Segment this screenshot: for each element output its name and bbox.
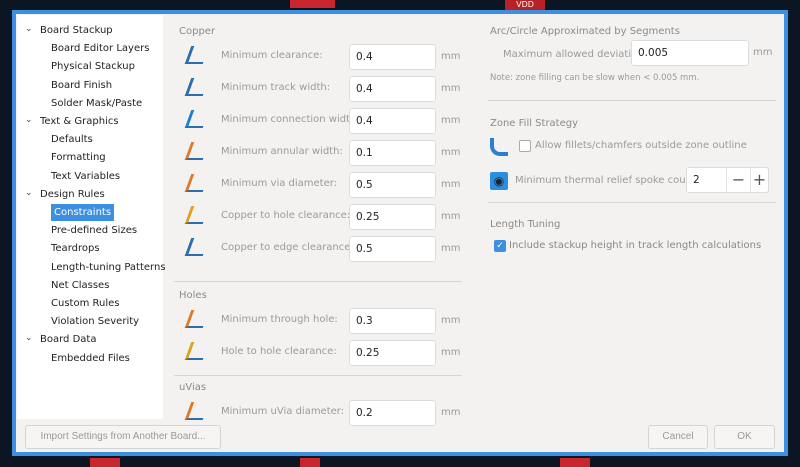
rule-label: Copper to edge clearance: (221, 242, 354, 253)
increment-button[interactable]: + (750, 168, 768, 192)
rule-label: Copper to hole clearance: (221, 210, 351, 221)
fillets-checkbox[interactable] (519, 140, 531, 152)
unit-label: mm (441, 243, 461, 254)
divider (174, 375, 462, 376)
rule-icon (184, 174, 210, 192)
ok-button[interactable]: OK (714, 425, 775, 449)
rule-label: Minimum track width: (221, 82, 331, 93)
tree-item[interactable]: Custom Rules (51, 295, 119, 312)
decrement-button[interactable]: − (726, 168, 750, 192)
fillets-label[interactable]: Allow fillets/chamfers outside zone outl… (535, 140, 747, 151)
rule-label: Minimum through hole: (221, 314, 338, 325)
arc-section-header: Arc/Circle Approximated by Segments (490, 26, 680, 37)
pcb-label: VDD (505, 0, 545, 10)
tree-item[interactable]: Violation Severity (51, 313, 139, 330)
divider (488, 202, 776, 203)
thermal-spoke-icon: ◉ (490, 172, 508, 190)
holes-section-header: Holes (179, 290, 207, 301)
unit-label: mm (441, 347, 461, 358)
unit-label: mm (441, 315, 461, 326)
rule-label: Hole to hole clearance: (221, 346, 337, 357)
tree-item[interactable]: Teardrops (51, 240, 100, 257)
spoke-value: 2 (693, 174, 700, 186)
deviation-label: Maximum allowed deviation: (503, 49, 647, 60)
tree-item[interactable]: Solder Mask/Paste (51, 95, 142, 112)
rule-value-input[interactable]: 0.4 (349, 108, 436, 134)
rule-icon (184, 342, 210, 360)
rule-icon (184, 142, 210, 160)
tree-item[interactable]: Pre-defined Sizes (51, 222, 137, 239)
tree-item[interactable]: Board Editor Layers (51, 40, 149, 57)
rule-label: Minimum annular width: (221, 146, 343, 157)
tree-item[interactable]: Board Data (40, 331, 96, 348)
unit-label: mm (441, 147, 461, 158)
fillet-icon (490, 138, 508, 156)
rule-value-input[interactable]: 0.2 (349, 400, 436, 426)
spoke-label: Minimum thermal relief spoke count: (515, 175, 700, 186)
tree-item[interactable]: Formatting (51, 149, 106, 166)
tree-item[interactable]: Board Finish (51, 77, 112, 94)
tree-item[interactable]: Length-tuning Patterns (51, 259, 166, 276)
unit-label: mm (753, 47, 773, 58)
import-settings-button[interactable]: Import Settings from Another Board... (25, 425, 221, 449)
divider (174, 281, 462, 282)
copper-section-header: Copper (179, 26, 216, 37)
unit-label: mm (441, 179, 461, 190)
tree-item[interactable]: Physical Stackup (51, 58, 135, 75)
rule-value-input[interactable]: 0.3 (349, 308, 436, 334)
tree-item[interactable]: Net Classes (51, 277, 109, 294)
rule-icon (184, 238, 210, 256)
unit-label: mm (441, 51, 461, 62)
expand-chevron-icon[interactable]: ⌄ (25, 24, 33, 34)
settings-tree[interactable]: ⌄ Board Stackup Board Editor Layers Physica… (17, 15, 166, 419)
arc-note: Note: zone filling can be slow when < 0.… (490, 73, 700, 83)
deviation-input[interactable]: 0.005 (631, 40, 749, 66)
rule-value-input[interactable]: 0.5 (349, 236, 436, 262)
unit-label: mm (441, 211, 461, 222)
rule-icon (184, 110, 210, 128)
rule-icon (184, 78, 210, 96)
divider (488, 100, 776, 101)
rule-value-input[interactable]: 0.1 (349, 140, 436, 166)
zone-section-header: Zone Fill Strategy (490, 118, 579, 129)
rule-value-input[interactable]: 0.25 (349, 204, 436, 230)
cancel-button[interactable]: Cancel (648, 425, 708, 449)
tree-item[interactable]: Defaults (51, 131, 93, 148)
rule-label: Minimum clearance: (221, 50, 323, 61)
length-section-header: Length Tuning (490, 219, 561, 230)
tree-item[interactable]: Design Rules (40, 186, 105, 203)
expand-chevron-icon[interactable]: ⌄ (25, 115, 33, 125)
rule-label: Minimum uVia diameter: (221, 406, 345, 417)
tree-item[interactable]: Constraints (51, 204, 115, 221)
unit-label: mm (441, 115, 461, 126)
tree-item[interactable]: Board Stackup (40, 22, 113, 39)
rule-value-input[interactable]: 0.25 (349, 340, 436, 366)
rule-label: Minimum via diameter: (221, 178, 338, 189)
uvias-section-header: uVias (179, 382, 207, 393)
rule-value-input[interactable]: 0.4 (349, 76, 436, 102)
tree-item[interactable]: Text & Graphics (40, 113, 119, 130)
rule-icon (184, 206, 210, 224)
rule-icon (184, 46, 210, 64)
unit-label: mm (441, 83, 461, 94)
unit-label: mm (441, 407, 461, 418)
stackup-height-checkbox[interactable]: ✓ (494, 240, 506, 252)
expand-chevron-icon[interactable]: ⌄ (25, 333, 33, 343)
tree-item[interactable]: Embedded Files (51, 350, 130, 367)
stackup-height-label[interactable]: Include stackup height in track length c… (509, 240, 761, 251)
rule-icon (184, 310, 210, 328)
board-setup-dialog: ⌄ Board Stackup Board Editor Layers Physica… (12, 10, 788, 456)
rule-icon (184, 402, 210, 420)
expand-chevron-icon[interactable]: ⌄ (25, 188, 33, 198)
rule-value-input[interactable]: 0.4 (349, 44, 436, 70)
rule-label: Minimum connection width: (221, 114, 360, 125)
tree-item[interactable]: Text Variables (51, 168, 120, 185)
rule-value-input[interactable]: 0.5 (349, 172, 436, 198)
